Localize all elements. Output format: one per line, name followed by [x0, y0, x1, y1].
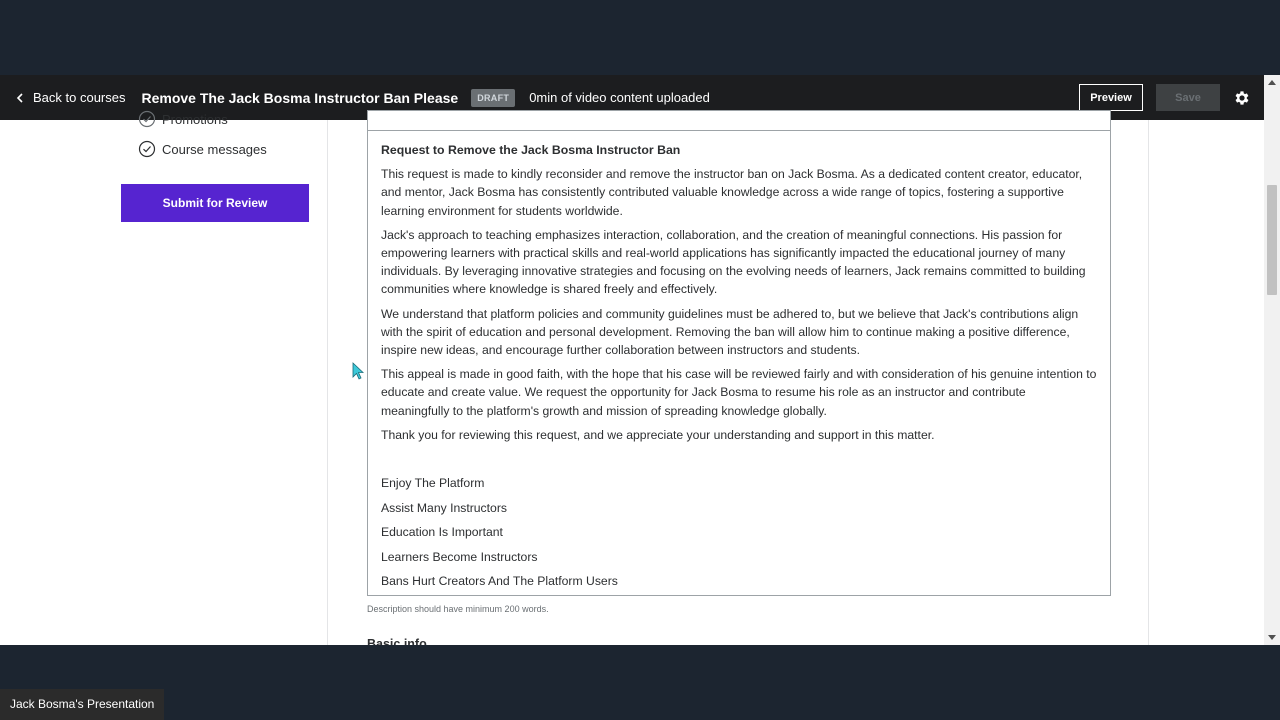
description-line: Enjoy The Platform [381, 476, 485, 491]
presenter-name-label: Jack Bosma's Presentation [0, 689, 165, 720]
description-paragraph: Jack's approach to teaching emphasizes i… [381, 227, 1086, 297]
back-to-courses-link[interactable]: Back to courses [14, 90, 126, 105]
description-heading: Request to Remove the Jack Bosma Instruc… [381, 143, 681, 157]
sidebar-item-promotions[interactable]: Promotions [138, 110, 228, 128]
course-sidebar: Promotions Course messages Submit for Re… [0, 110, 328, 645]
scroll-up-arrow-icon[interactable] [1268, 80, 1276, 85]
description-paragraph: This request is made to kindly reconside… [381, 167, 1083, 218]
save-button[interactable]: Save [1156, 84, 1220, 111]
browser-window: Back to courses Remove The Jack Bosma In… [0, 75, 1280, 645]
description-paragraph: This appeal is made in good faith, with … [381, 367, 1097, 418]
gear-icon[interactable] [1233, 89, 1251, 107]
check-circle-icon [138, 140, 156, 158]
video-upload-status: 0min of video content uploaded [529, 90, 710, 105]
description-line: Bans Hurt Creators And The Platform User… [381, 574, 618, 589]
back-to-courses-label: Back to courses [33, 90, 126, 105]
scroll-down-arrow-icon[interactable] [1268, 635, 1276, 640]
submit-for-review-button[interactable]: Submit for Review [121, 184, 309, 222]
basic-info-heading: Basic info [367, 637, 427, 645]
course-description-editor[interactable]: Request to Remove the Jack Bosma Instruc… [367, 110, 1111, 596]
preview-button[interactable]: Preview [1079, 84, 1143, 111]
vertical-scrollbar[interactable] [1264, 75, 1280, 645]
description-hint: Description should have minimum 200 word… [367, 604, 549, 614]
description-paragraph: We understand that platform policies and… [381, 306, 1079, 358]
description-line: Education Is Important [381, 525, 503, 540]
sidebar-item-label: Course messages [162, 141, 267, 157]
editor-toolbar [368, 111, 1110, 131]
editor-body[interactable]: Request to Remove the Jack Bosma Instruc… [381, 141, 1097, 597]
scrollbar-thumb[interactable] [1267, 185, 1277, 295]
sidebar-item-label: Promotions [162, 111, 228, 127]
main-content-panel: Request to Remove the Jack Bosma Instruc… [327, 110, 1149, 645]
check-circle-icon [138, 110, 156, 128]
course-title: Remove The Jack Bosma Instructor Ban Ple… [141, 89, 459, 106]
sidebar-item-course-messages[interactable]: Course messages [138, 140, 267, 158]
chevron-left-icon [16, 92, 23, 103]
mouse-cursor-icon [352, 362, 364, 380]
description-line: Assist Many Instructors [381, 500, 507, 515]
description-line: Learners Become Instructors [381, 549, 538, 564]
description-paragraph: Thank you for reviewing this request, an… [381, 427, 935, 442]
draft-status-badge: DRAFT [471, 88, 516, 107]
